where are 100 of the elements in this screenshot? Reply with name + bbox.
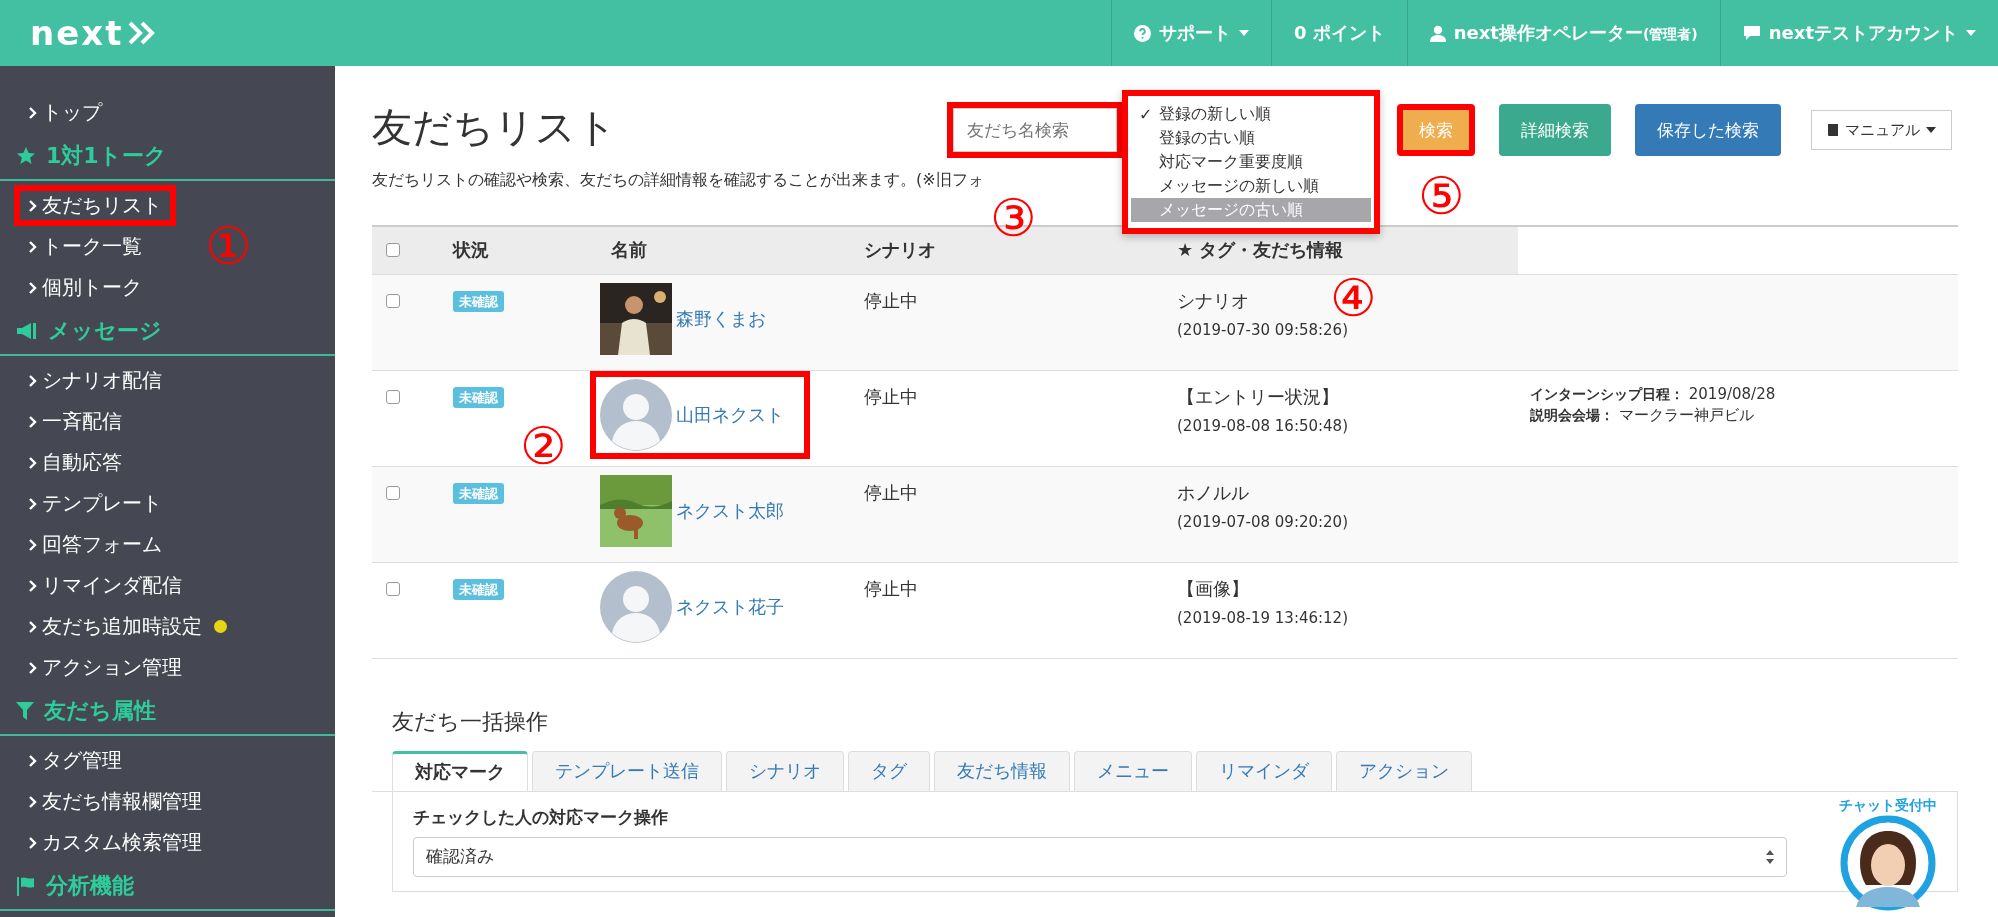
status-badge: 未確認 (453, 290, 504, 312)
filter-icon (16, 701, 34, 721)
sidebar-item[interactable]: 友だち追加時設定 (14, 606, 241, 647)
chevron-icon (28, 414, 38, 429)
message-text: 【エントリー状況】 (1177, 384, 1339, 409)
operator-avatar-icon[interactable] (1840, 815, 1936, 911)
star-icon (16, 146, 36, 166)
row-checkbox[interactable] (386, 293, 400, 308)
updown-icon (1766, 849, 1774, 864)
megaphone-icon (16, 322, 38, 340)
chevron-icon (28, 578, 38, 593)
sidebar-item[interactable]: 友だち情報欄管理 (14, 781, 216, 822)
column-header: 状況 (453, 239, 489, 261)
menu-option[interactable]: 対応マーク重要度順 (1131, 150, 1371, 174)
sidebar-section-header: 友だち属性 (0, 688, 335, 736)
chevron-icon (28, 619, 38, 634)
chevron-icon (28, 753, 38, 768)
action-button[interactable]: 保存した検索 (1635, 104, 1781, 156)
search-field[interactable]: 友だち名検索 (947, 102, 1123, 158)
column-header: 名前 (611, 239, 647, 261)
friend-name-link[interactable]: ネクスト花子 (676, 594, 784, 619)
sidebar-section-header: 分析機能 (0, 863, 335, 911)
sidebar-item[interactable]: テンプレート (14, 483, 176, 524)
sidebar-item[interactable]: カスタム検索管理 (14, 822, 216, 863)
message-time: (2019-08-08 16:50:48) (1177, 416, 1348, 435)
table-cell: 停止中 (864, 385, 918, 407)
message-text: 【画像】 (1177, 576, 1249, 601)
page-description: 友だちリストの確認や検索、友だちの詳細情報を確認することが出来ます。(※旧フォ (372, 170, 984, 191)
chevron-icon (28, 280, 38, 295)
annotation-number: ① (205, 220, 252, 272)
chat-icon (1742, 25, 1761, 41)
menu-option[interactable]: ✓ 登録の新しい順 (1131, 102, 1371, 126)
column-header: シナリオ (864, 239, 936, 261)
annotation-number: ③ (990, 192, 1037, 244)
tab[interactable]: 対応マーク (392, 750, 528, 791)
chevron-icon (28, 239, 38, 254)
tab[interactable]: アクション (1336, 750, 1472, 791)
chevron-icon (28, 198, 38, 213)
status-dot (214, 620, 227, 633)
row-checkbox[interactable] (386, 581, 400, 596)
sidebar-item[interactable]: 自動応答 (14, 442, 136, 483)
sidebar-item[interactable]: トップ (14, 92, 116, 133)
tab[interactable]: テンプレート送信 (532, 750, 722, 791)
sidebar-item[interactable]: 個別トーク (14, 267, 156, 308)
sidebar-section-header: 1対1トーク (0, 133, 335, 181)
friend-name-link[interactable]: 山田ネクスト (676, 402, 784, 427)
chevron-icon (28, 496, 38, 511)
friend-name-link[interactable]: 森野くまお (676, 306, 766, 331)
sidebar-item[interactable]: シナリオ配信 (14, 360, 176, 401)
select-all-checkbox[interactable] (386, 242, 400, 257)
table-cell: 停止中 (864, 577, 918, 599)
sidebar-item[interactable]: 回答フォーム (14, 524, 176, 565)
menu-option[interactable]: 登録の古い順 (1131, 126, 1371, 150)
flag-icon (16, 876, 36, 896)
status-badge: 未確認 (453, 578, 504, 600)
caret-icon (1966, 30, 1976, 36)
message-text: シナリオ (1177, 288, 1249, 313)
row-checkbox[interactable] (386, 389, 400, 404)
tab[interactable]: 友だち情報 (934, 750, 1070, 791)
book-icon (1827, 123, 1839, 137)
status-badge: 未確認 (453, 386, 504, 408)
annotation-number: ⑤ (1418, 170, 1465, 222)
caret-icon (1238, 30, 1249, 36)
friend-info-text: 説明会会場： マークラー神戸ビル (1530, 405, 1755, 425)
friend-name-link[interactable]: ネクスト太郎 (676, 498, 784, 523)
tab[interactable]: タグ (848, 750, 930, 791)
page-title: 友だちリスト (372, 103, 617, 152)
chevron-icon (28, 794, 38, 809)
help-icon (1133, 24, 1151, 42)
user-icon (1429, 24, 1446, 42)
chevron-icon (28, 455, 38, 470)
tab[interactable]: リマインダ (1196, 750, 1332, 791)
chevron-icon (28, 835, 38, 850)
sidebar-section-header: メッセージ (0, 308, 335, 356)
field-label: チェックした人の対応マーク操作 (413, 805, 668, 829)
tab[interactable]: メニュー (1074, 750, 1192, 791)
row-checkbox[interactable] (386, 485, 400, 500)
table-cell: 停止中 (864, 481, 918, 503)
sidebar-item[interactable]: トーク一覧 (14, 226, 156, 267)
sidebar-item[interactable]: 友だちリスト (14, 185, 176, 226)
sidebar-item[interactable]: リマインダ配信 (14, 565, 196, 606)
avatar-placeholder-icon (600, 378, 672, 451)
annotation-number: ② (520, 420, 567, 472)
table-cell: 停止中 (864, 289, 918, 311)
chevron-icon (28, 537, 38, 552)
menu-option[interactable]: メッセージの新しい順 (1131, 174, 1371, 198)
chevron-icon (28, 660, 38, 675)
avatar-placeholder-icon (600, 570, 672, 643)
friend-info-text: インターンシップ日程： 2019/08/28 (1530, 384, 1777, 404)
status-badge: 未確認 (453, 482, 504, 504)
chevron-icon (28, 105, 38, 120)
mark-select[interactable]: 確認済み (413, 836, 1787, 877)
sidebar-item[interactable]: タグ管理 (14, 740, 136, 781)
caret-icon (1926, 127, 1936, 133)
tab[interactable]: シナリオ (726, 750, 844, 791)
message-time: (2019-08-19 13:46:12) (1177, 608, 1348, 627)
column-header: ★ タグ・友だち情報 (1177, 239, 1344, 261)
sidebar-item[interactable]: アクション管理 (14, 647, 196, 688)
sidebar-item[interactable]: 一斉配信 (14, 401, 136, 442)
chevron-icon (28, 373, 38, 388)
